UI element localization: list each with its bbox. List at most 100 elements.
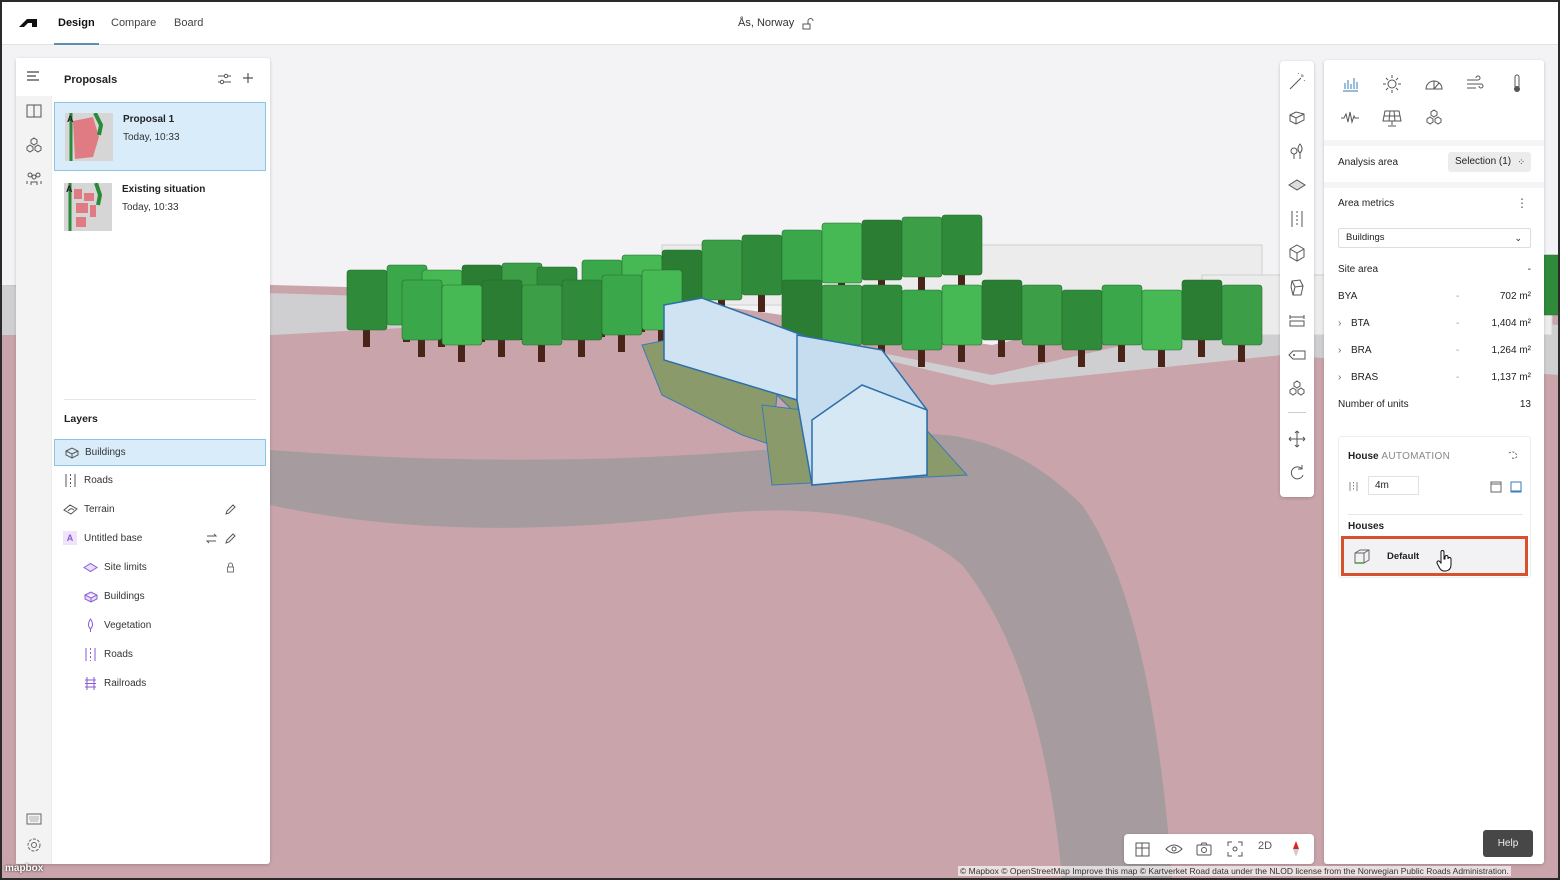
visibility-eye-icon[interactable] (1165, 840, 1183, 858)
chevron-right-icon[interactable]: › (1338, 372, 1341, 383)
layers-title: Layers (64, 413, 98, 425)
help-button[interactable]: Help (1483, 830, 1533, 857)
analysis-panel: Analysis area Selection (1) ⁘ Area metri… (1324, 60, 1544, 864)
house-title-text: House (1348, 451, 1379, 462)
layer-item-terrain[interactable]: Terrain (54, 497, 266, 524)
swap-icon[interactable] (205, 532, 218, 545)
tree-canopy (941, 214, 983, 276)
cubes-tool-icon[interactable] (1287, 379, 1307, 399)
more-options-icon[interactable]: ⋮ (1516, 196, 1528, 210)
compass-north-icon[interactable] (1287, 840, 1305, 858)
metric-placeholder: - (1456, 318, 1460, 329)
magic-wand-icon[interactable] (1287, 72, 1307, 92)
wind-icon[interactable] (1465, 74, 1485, 94)
edit-pencil-icon[interactable] (224, 503, 237, 516)
noise-wave-icon[interactable] (1340, 108, 1360, 128)
people-icon[interactable] (25, 169, 43, 187)
sublayer-item-railroads[interactable]: Railroads (54, 671, 266, 698)
focus-target-icon[interactable] (1226, 840, 1244, 858)
proposal-thumbnail: A (65, 113, 113, 161)
lock-icon[interactable] (224, 561, 237, 574)
automation-lasso-icon[interactable] (1505, 449, 1519, 463)
tab-design[interactable]: Design (54, 2, 99, 45)
edit-pencil-icon[interactable] (224, 532, 237, 545)
thermometer-icon[interactable] (1507, 74, 1527, 94)
panel-separator (1324, 182, 1544, 188)
house-type-default[interactable]: Default (1341, 536, 1528, 576)
add-proposal-icon[interactable] (242, 72, 254, 84)
metric-label: Number of units (1338, 399, 1409, 410)
layer-item-untitled-base[interactable]: A Untitled base (54, 526, 266, 553)
sublayer-item-roads[interactable]: Roads (54, 642, 266, 669)
app-window: Design Compare Board Ås, Norway Proposal… (2, 2, 1558, 878)
sublayer-item-buildings[interactable]: Buildings (54, 584, 266, 611)
book-icon[interactable] (25, 102, 43, 120)
width-input[interactable]: 4m (1368, 476, 1419, 495)
cubes-analysis-icon[interactable] (1424, 108, 1444, 128)
metric-placeholder: - (1456, 345, 1460, 356)
terrain-icon (63, 504, 78, 515)
left-panel: Proposals A Proposal 1 Today, 10:33 A Ex… (16, 58, 270, 864)
map-attribution[interactable]: © Mapbox © OpenStreetMap Improve this ma… (958, 866, 1511, 876)
keyboard-icon[interactable] (25, 810, 43, 828)
app-logo-icon[interactable] (18, 15, 38, 31)
cubes-icon[interactable] (25, 136, 43, 154)
layer-item-buildings[interactable]: Buildings (54, 439, 266, 466)
tree-canopy (901, 216, 943, 278)
sun-icon[interactable] (1382, 74, 1402, 94)
trees-tool-icon[interactable] (1287, 141, 1307, 161)
solar-panel-icon[interactable] (1382, 108, 1402, 128)
panel-separator (1324, 140, 1544, 146)
block-tool-icon[interactable] (1287, 243, 1307, 263)
mapbox-logo[interactable]: mapbox (5, 863, 43, 874)
layout-option-1-icon[interactable] (1490, 481, 1502, 493)
chevron-right-icon[interactable]: › (1338, 318, 1341, 329)
metrics-filter-dropdown[interactable]: Buildings ⌄ (1338, 228, 1531, 248)
menu-button[interactable] (16, 58, 52, 96)
road-tool-icon[interactable] (1287, 209, 1307, 229)
metric-placeholder: - (1456, 291, 1460, 302)
toggle-2d-button[interactable]: 2D (1258, 840, 1272, 852)
layer-label: Vegetation (104, 620, 152, 631)
camera-icon[interactable] (1195, 840, 1213, 858)
selection-label: Selection (1) (1455, 156, 1512, 167)
sublayer-item-site-limits[interactable]: Site limits (54, 555, 266, 582)
proposal-item[interactable]: A Proposal 1 Today, 10:33 (54, 102, 266, 171)
unlock-icon[interactable] (802, 18, 814, 30)
sublayer-item-vegetation[interactable]: Vegetation (54, 613, 266, 640)
base-a-icon: A (63, 531, 77, 545)
move-icon[interactable] (1287, 429, 1307, 449)
metric-placeholder: - (1456, 372, 1460, 383)
proposal-item[interactable]: A Existing situation Today, 10:33 (54, 173, 266, 242)
tab-board[interactable]: Board (174, 2, 203, 45)
tag-tool-icon[interactable] (1287, 345, 1307, 365)
layer-label: Railroads (104, 678, 147, 689)
volume-tool-icon[interactable] (1287, 277, 1307, 297)
measure-tool-icon[interactable] (1287, 311, 1307, 331)
layout-option-2-icon[interactable] (1510, 481, 1522, 493)
tab-compare[interactable]: Compare (111, 2, 156, 45)
layer-item-roads[interactable]: Roads (54, 468, 266, 495)
surface-tool-icon[interactable] (1287, 175, 1307, 195)
site-limits-icon (83, 562, 98, 573)
rotate-icon[interactable] (1287, 463, 1307, 483)
selection-button[interactable]: Selection (1) ⁘ (1448, 152, 1531, 172)
chevron-right-icon[interactable]: › (1338, 345, 1341, 356)
filter-sliders-icon[interactable] (217, 73, 232, 85)
spacing-icon (1349, 482, 1358, 491)
tree-canopy (741, 234, 783, 296)
settings-gear-icon[interactable] (25, 836, 43, 854)
tree-canopy (521, 284, 563, 346)
grid-view-icon[interactable] (1134, 840, 1152, 858)
buildings-tool-icon[interactable] (1287, 107, 1307, 127)
tree-canopy (1101, 284, 1143, 346)
tree-canopy (346, 269, 388, 331)
metric-value: 13 (1519, 399, 1531, 410)
tree-canopy (821, 284, 863, 346)
tree-canopy (481, 279, 523, 341)
tree-canopy (1021, 284, 1063, 346)
tree-canopy (1541, 254, 1558, 316)
layer-label: Roads (104, 649, 133, 660)
bar-chart-icon[interactable] (1340, 74, 1360, 94)
daylight-dome-icon[interactable] (1424, 74, 1444, 94)
